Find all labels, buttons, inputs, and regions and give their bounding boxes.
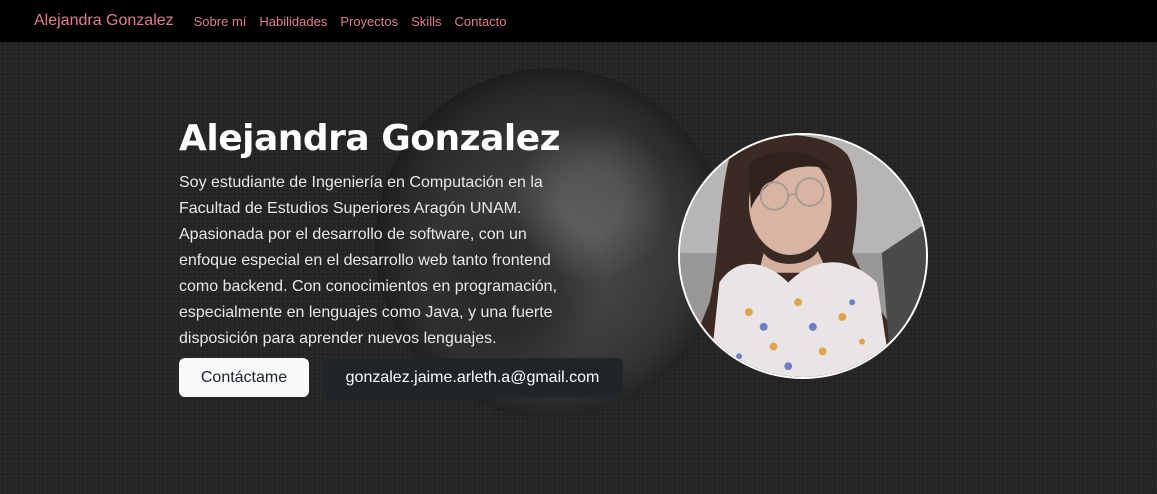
nav-link-sobre-mi[interactable]: Sobre mí (194, 14, 247, 29)
navbar: Alejandra Gonzalez Sobre mí Habilidades … (0, 0, 1157, 42)
hero-description: Soy estudiante de Ingeniería en Computac… (179, 174, 557, 347)
hero-title: Alejandra Gonzalez (179, 118, 561, 159)
email-button[interactable]: gonzalez.jaime.arleth.a@gmail.com (322, 358, 623, 397)
hero-section: Alejandra Gonzalez Soy estudiante de Ing… (179, 116, 739, 352)
nav-link-skills[interactable]: Skills (411, 14, 441, 29)
contact-button[interactable]: Contáctame (179, 358, 309, 397)
nav-link-contacto[interactable]: Contacto (454, 14, 506, 29)
nav-link-proyectos[interactable]: Proyectos (340, 14, 398, 29)
hero-buttons: Contáctame gonzalez.jaime.arleth.a@gmail… (179, 358, 623, 397)
navbar-brand[interactable]: Alejandra Gonzalez (34, 12, 174, 30)
nav-links: Sobre mí Habilidades Proyectos Skills Co… (194, 14, 507, 29)
nav-link-habilidades[interactable]: Habilidades (259, 14, 327, 29)
profile-photo-icon (680, 135, 926, 377)
avatar (678, 133, 928, 379)
